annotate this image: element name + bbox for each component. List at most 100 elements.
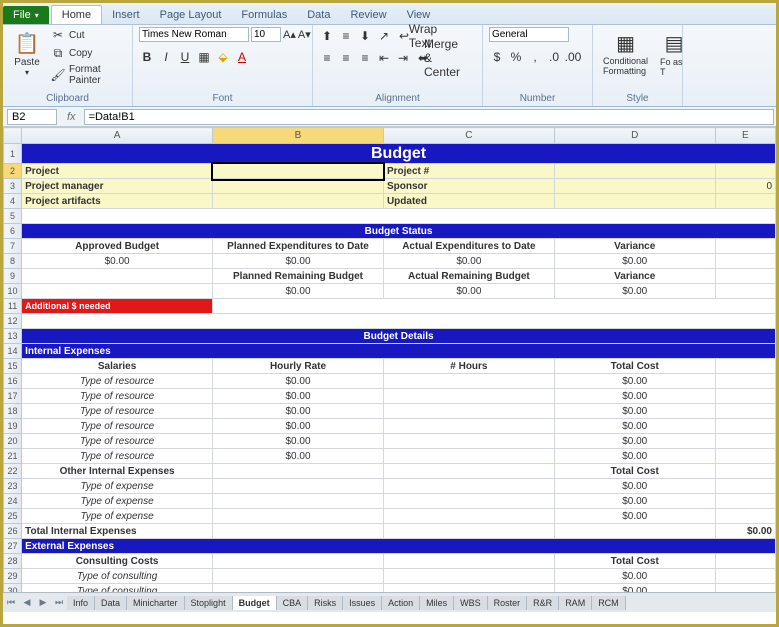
sheet-tab[interactable]: Action <box>382 596 420 610</box>
tab-home[interactable]: Home <box>51 5 102 24</box>
sheet-tab[interactable]: Issues <box>343 596 382 610</box>
row-header[interactable]: 21 <box>4 449 22 464</box>
format-as-table-button[interactable]: ▤ Fo as T <box>656 27 692 79</box>
row-header[interactable]: 24 <box>4 494 22 509</box>
sheet-nav-prev[interactable]: ◀ <box>19 597 35 608</box>
col-header-e[interactable]: E <box>715 128 775 144</box>
sheet-tab[interactable]: Info <box>67 596 95 610</box>
orientation-icon[interactable]: ↗ <box>376 28 392 44</box>
sheet-tab[interactable]: Data <box>95 596 127 610</box>
row-header[interactable]: 11 <box>4 299 22 314</box>
currency-icon[interactable]: $ <box>489 49 505 65</box>
row-header[interactable]: 19 <box>4 419 22 434</box>
indent-inc-icon[interactable]: ⇥ <box>395 50 411 66</box>
row-header[interactable]: 5 <box>4 209 22 224</box>
row-header[interactable]: 23 <box>4 479 22 494</box>
merge-center-button[interactable]: ⬌Merge & Center <box>414 49 452 67</box>
inc-decimal-icon[interactable]: .0 <box>546 49 562 65</box>
col-header-a[interactable]: A <box>22 128 213 144</box>
align-middle-icon[interactable]: ≡ <box>338 28 354 44</box>
row-header[interactable]: 27 <box>4 539 22 554</box>
tab-insert[interactable]: Insert <box>102 6 150 24</box>
row-header[interactable]: 4 <box>4 194 22 209</box>
format-painter-button[interactable]: 🖌Format Painter <box>49 63 126 87</box>
align-top-icon[interactable]: ⬆ <box>319 28 335 44</box>
sheet-tab[interactable]: Miles <box>420 596 454 610</box>
bold-button[interactable]: B <box>139 49 155 65</box>
row-header[interactable]: 15 <box>4 359 22 374</box>
font-family-select[interactable] <box>139 27 249 42</box>
row-header[interactable]: 8 <box>4 254 22 269</box>
formula-input[interactable] <box>84 109 774 125</box>
comma-icon[interactable]: , <box>527 49 543 65</box>
sheet-tab[interactable]: Roster <box>488 596 528 610</box>
shrink-font-icon[interactable]: A▾ <box>298 28 311 41</box>
row-header[interactable]: 20 <box>4 434 22 449</box>
col-header-b[interactable]: B <box>213 128 384 144</box>
spreadsheet-grid[interactable]: A B C D E 1Budget 2ProjectProject # 3Pro… <box>3 127 776 592</box>
copy-button[interactable]: ⧉Copy <box>49 45 126 61</box>
fx-button[interactable]: fx <box>61 111 82 123</box>
row-header[interactable]: 14 <box>4 344 22 359</box>
sheet-tab[interactable]: Minicharter <box>127 596 185 610</box>
row-header[interactable]: 28 <box>4 554 22 569</box>
font-size-select[interactable] <box>251 27 281 42</box>
underline-button[interactable]: U <box>177 49 193 65</box>
formula-bar: fx <box>3 107 776 127</box>
percent-icon[interactable]: % <box>508 49 524 65</box>
fill-color-button[interactable]: ⬙ <box>215 49 231 65</box>
italic-button[interactable]: I <box>158 49 174 65</box>
paste-button[interactable]: 📋 Paste ▾ <box>9 27 45 79</box>
cut-button[interactable]: ✂Cut <box>49 27 126 43</box>
font-color-button[interactable]: A <box>234 49 250 65</box>
row-header[interactable]: 1 <box>4 144 22 164</box>
row-header[interactable]: 9 <box>4 269 22 284</box>
col-header-d[interactable]: D <box>554 128 715 144</box>
tab-review[interactable]: Review <box>340 6 396 24</box>
sheet-tab[interactable]: Stoplight <box>185 596 233 610</box>
tab-page-layout[interactable]: Page Layout <box>150 6 232 24</box>
dec-decimal-icon[interactable]: .00 <box>565 49 581 65</box>
conditional-formatting-button[interactable]: ▦ Conditional Formatting <box>599 27 652 79</box>
indent-dec-icon[interactable]: ⇤ <box>376 50 392 66</box>
name-box[interactable] <box>7 109 57 125</box>
align-right-icon[interactable]: ≡ <box>357 50 373 66</box>
sheet-tab[interactable]: RAM <box>559 596 592 610</box>
sheet-tab[interactable]: R&R <box>527 596 559 610</box>
row-header[interactable]: 29 <box>4 569 22 584</box>
sheet-tab[interactable]: Budget <box>233 596 277 610</box>
row-header[interactable]: 12 <box>4 314 22 329</box>
number-format-select[interactable] <box>489 27 569 42</box>
sheet-tab[interactable]: WBS <box>454 596 488 610</box>
row-header[interactable]: 2 <box>4 164 22 179</box>
sheet-tab[interactable]: RCM <box>592 596 626 610</box>
sheet-tab[interactable]: CBA <box>277 596 309 610</box>
row-header[interactable]: 10 <box>4 284 22 299</box>
border-button[interactable]: ▦ <box>196 49 212 65</box>
sheet-nav-first[interactable]: ⏮ <box>3 597 19 608</box>
col-header-c[interactable]: C <box>383 128 554 144</box>
align-center-icon[interactable]: ≡ <box>338 50 354 66</box>
active-cell[interactable] <box>213 164 384 179</box>
row-header[interactable]: 18 <box>4 404 22 419</box>
row-header[interactable]: 25 <box>4 509 22 524</box>
row-header[interactable]: 7 <box>4 239 22 254</box>
tab-formulas[interactable]: Formulas <box>231 6 297 24</box>
row-header[interactable]: 30 <box>4 584 22 593</box>
row-header[interactable]: 3 <box>4 179 22 194</box>
row-header[interactable]: 13 <box>4 329 22 344</box>
select-all-corner[interactable] <box>4 128 22 144</box>
grow-font-icon[interactable]: A▴ <box>283 28 296 41</box>
sheet-tab[interactable]: Risks <box>308 596 343 610</box>
row-header[interactable]: 17 <box>4 389 22 404</box>
row-header[interactable]: 26 <box>4 524 22 539</box>
row-header[interactable]: 16 <box>4 374 22 389</box>
row-header[interactable]: 6 <box>4 224 22 239</box>
row-header[interactable]: 22 <box>4 464 22 479</box>
tab-data[interactable]: Data <box>297 6 340 24</box>
sheet-nav-next[interactable]: ▶ <box>35 597 51 608</box>
align-bottom-icon[interactable]: ⬇ <box>357 28 373 44</box>
align-left-icon[interactable]: ≡ <box>319 50 335 66</box>
sheet-nav-last[interactable]: ⏭ <box>51 597 67 608</box>
tab-file[interactable]: File▾ <box>3 6 49 24</box>
